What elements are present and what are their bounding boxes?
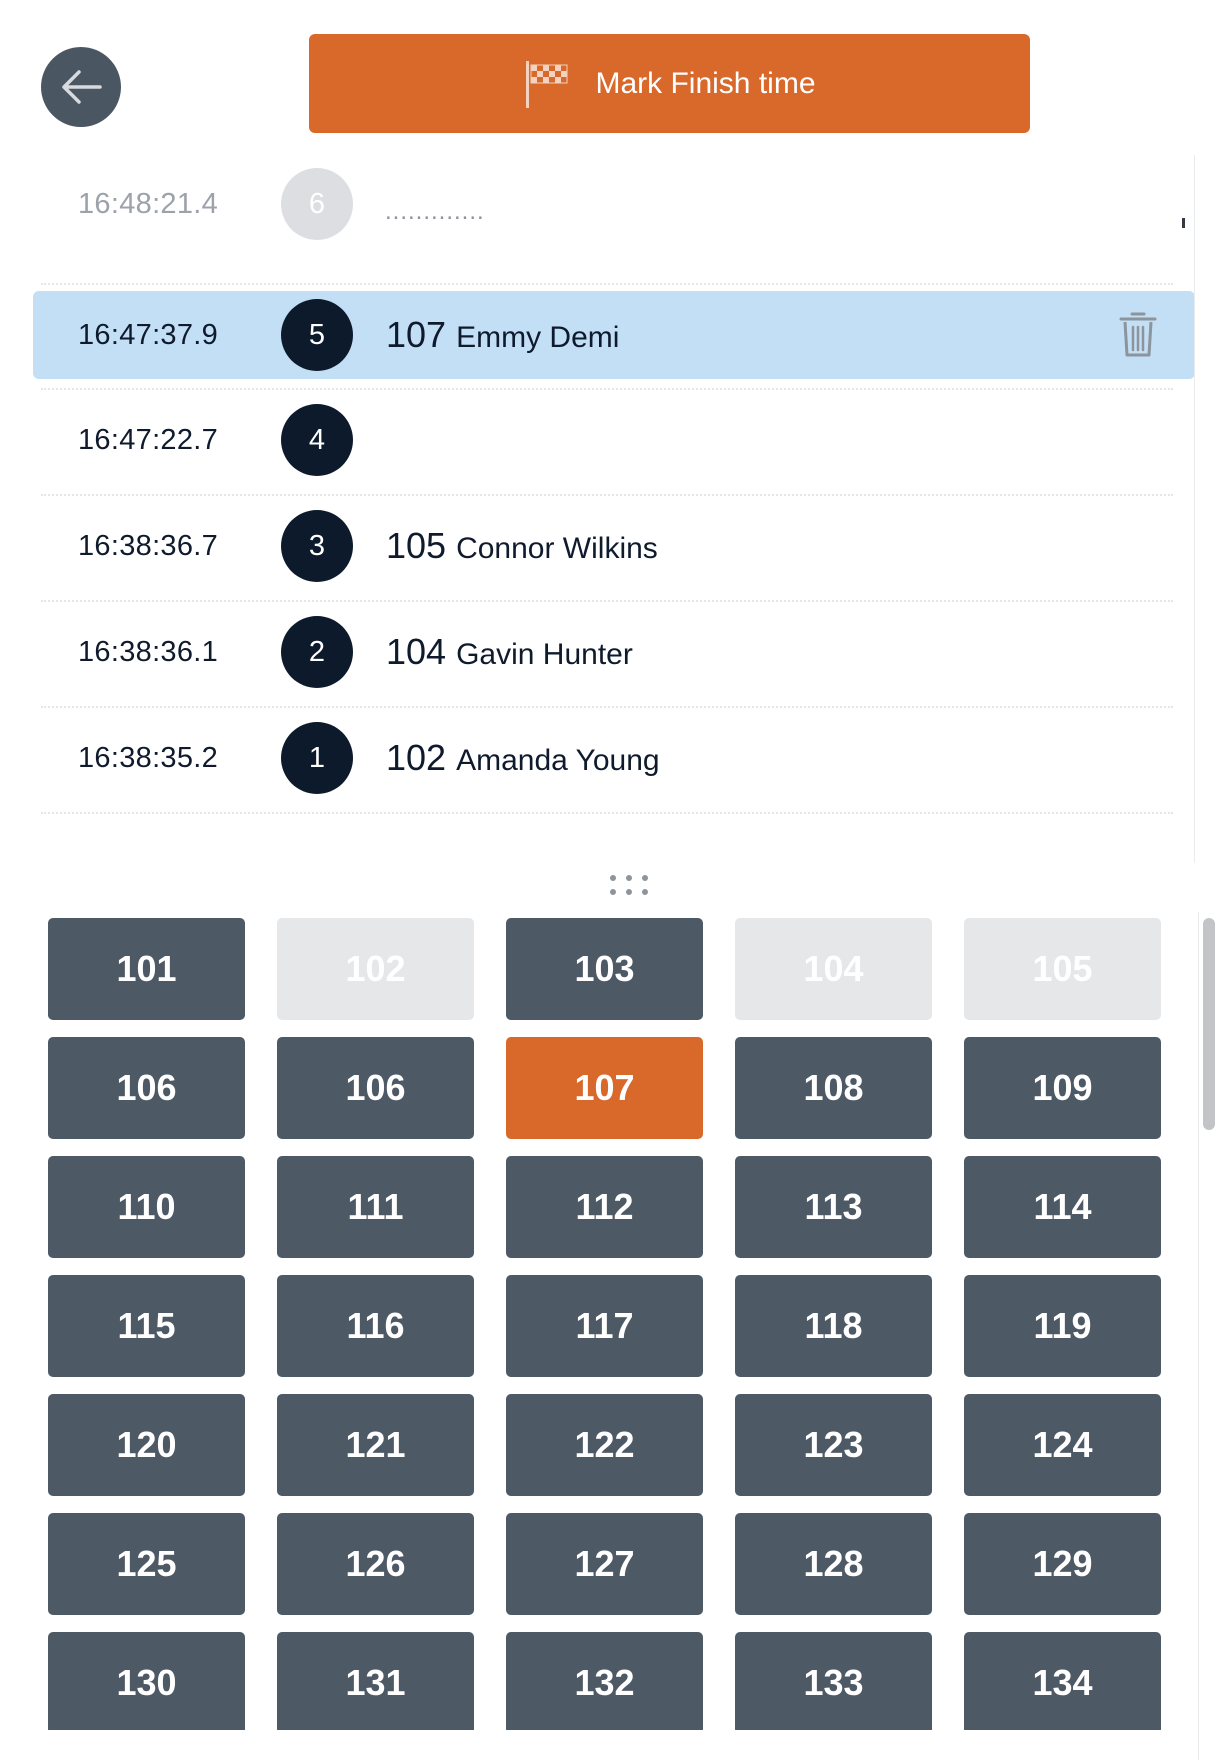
result-row[interactable]: 16:38:36.7 3 105 Connor Wilkins	[33, 502, 1195, 590]
bib-button-118[interactable]: 118	[735, 1275, 932, 1377]
runner-name: Emmy Demi	[456, 321, 620, 354]
bib-button-129[interactable]: 129	[964, 1513, 1161, 1615]
bib-button-115[interactable]: 115	[48, 1275, 245, 1377]
grip-dots-icon	[610, 875, 648, 895]
result-time: 16:38:35.2	[78, 741, 219, 774]
mark-finish-time-button[interactable]: Mark Finish time	[309, 34, 1030, 133]
result-row[interactable]: 16:38:35.2 1 102 Amanda Young	[33, 714, 1195, 802]
runner: 102 Amanda Young	[386, 737, 660, 779]
bib-button-109[interactable]: 109	[964, 1037, 1161, 1139]
result-row-pending[interactable]: 16:48:21.4 6 .............	[33, 160, 1195, 248]
result-time: 16:48:21.4	[78, 187, 219, 220]
result-row[interactable]: 16:47:22.7 4	[33, 396, 1195, 484]
result-time: 16:47:22.7	[78, 423, 219, 456]
runner-bib: 107	[386, 314, 447, 355]
runner: 107 Emmy Demi	[386, 314, 619, 356]
bib-button-133[interactable]: 133	[735, 1632, 932, 1730]
row-divider	[41, 812, 1173, 814]
runner-bib: 102	[386, 737, 447, 778]
row-tick-mark	[1182, 218, 1185, 228]
mark-finish-time-label: Mark Finish time	[595, 66, 816, 100]
trash-icon[interactable]	[1118, 309, 1158, 359]
bib-button-116[interactable]: 116	[277, 1275, 474, 1377]
place-badge: 1	[281, 722, 353, 794]
bib-button-132[interactable]: 132	[506, 1632, 703, 1730]
bib-button-110[interactable]: 110	[48, 1156, 245, 1258]
bib-button-127[interactable]: 127	[506, 1513, 703, 1615]
bib-button-102[interactable]: 102	[277, 918, 474, 1020]
bib-button-131[interactable]: 131	[277, 1632, 474, 1730]
resize-drag-handle[interactable]	[608, 874, 650, 896]
row-divider	[41, 388, 1173, 390]
checkered-flag-icon	[523, 59, 573, 109]
row-divider	[41, 600, 1173, 602]
bib-button-121[interactable]: 121	[277, 1394, 474, 1496]
bib-button-108[interactable]: 108	[735, 1037, 932, 1139]
bib-button-103[interactable]: 103	[506, 918, 703, 1020]
bib-button-119[interactable]: 119	[964, 1275, 1161, 1377]
back-button[interactable]	[41, 47, 121, 127]
bib-number-grid: 101 102 103 104 105 106 106 107 108 109 110 111 112 1…	[48, 918, 1164, 1730]
runner-bib: 104	[386, 631, 447, 672]
bib-button-113[interactable]: 113	[735, 1156, 932, 1258]
result-time: 16:47:37.9	[78, 318, 219, 351]
result-row[interactable]: 16:38:36.1 2 104 Gavin Hunter	[33, 608, 1195, 696]
place-badge: 6	[281, 168, 353, 240]
bib-button-134[interactable]: 134	[964, 1632, 1161, 1730]
runner-name: Gavin Hunter	[456, 638, 633, 671]
result-row-selected[interactable]: 16:47:37.9 5 107 Emmy Demi	[33, 291, 1195, 379]
runner: 105 Connor Wilkins	[386, 525, 658, 567]
runner-bib: 105	[386, 525, 447, 566]
place-badge: 5	[281, 299, 353, 371]
bib-button-128[interactable]: 128	[735, 1513, 932, 1615]
place-badge: 3	[281, 510, 353, 582]
row-divider	[41, 706, 1173, 708]
bib-button-111[interactable]: 111	[277, 1156, 474, 1258]
result-time: 16:38:36.1	[78, 635, 219, 668]
row-divider	[41, 494, 1173, 496]
bib-button-120[interactable]: 120	[48, 1394, 245, 1496]
runner-name: Connor Wilkins	[456, 532, 658, 565]
bib-button-126[interactable]: 126	[277, 1513, 474, 1615]
bib-button-117[interactable]: 117	[506, 1275, 703, 1377]
bib-button-114[interactable]: 114	[964, 1156, 1161, 1258]
list-scrollbar[interactable]	[1194, 155, 1226, 863]
bib-button-104[interactable]: 104	[735, 918, 932, 1020]
result-time: 16:38:36.7	[78, 529, 219, 562]
bib-button-122[interactable]: 122	[506, 1394, 703, 1496]
bib-button-106[interactable]: 106	[277, 1037, 474, 1139]
runner: 104 Gavin Hunter	[386, 631, 633, 673]
place-badge: 4	[281, 404, 353, 476]
bib-button-123[interactable]: 123	[735, 1394, 932, 1496]
bib-button-107[interactable]: 107	[506, 1037, 703, 1139]
place-badge: 2	[281, 616, 353, 688]
bib-button-112[interactable]: 112	[506, 1156, 703, 1258]
runner-name: Amanda Young	[456, 744, 660, 777]
grid-scroll-thumb[interactable]	[1203, 918, 1215, 1130]
arrow-left-icon	[62, 70, 102, 104]
runner-placeholder: .............	[385, 198, 485, 225]
bib-button-105[interactable]: 105	[964, 918, 1161, 1020]
bib-button-106[interactable]: 106	[48, 1037, 245, 1139]
bib-button-125[interactable]: 125	[48, 1513, 245, 1615]
bib-button-130[interactable]: 130	[48, 1632, 245, 1730]
finish-results-list: 16:48:21.4 6 ............. 16:47:37.9 5 …	[33, 160, 1195, 860]
bib-button-101[interactable]: 101	[48, 918, 245, 1020]
row-divider	[41, 283, 1173, 285]
bib-button-124[interactable]: 124	[964, 1394, 1161, 1496]
